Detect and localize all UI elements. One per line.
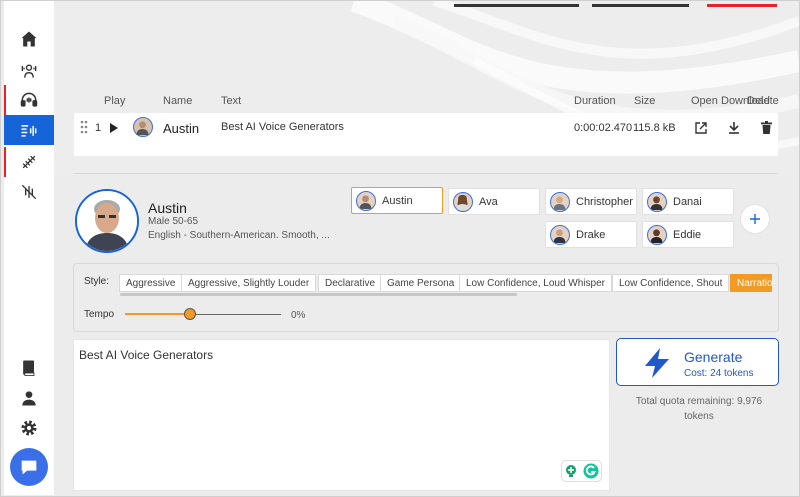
col-header-name: Name xyxy=(163,95,193,107)
col-header-play: Play xyxy=(104,95,126,107)
style-panel: Style: Aggressive Aggressive, Slightly L… xyxy=(73,263,779,332)
voice-chip-label: Ava xyxy=(479,195,498,208)
soundwave-icon[interactable] xyxy=(4,115,54,145)
voice-group-icon[interactable] xyxy=(4,56,54,86)
plus-icon xyxy=(750,214,760,224)
top-divider xyxy=(707,4,777,7)
style-label: Style: xyxy=(84,276,110,287)
style-option[interactable]: Aggressive xyxy=(119,274,183,292)
voice-name: Austin xyxy=(148,200,187,216)
tempo-slider-thumb[interactable] xyxy=(184,308,196,320)
sidebar xyxy=(4,1,54,495)
voice-chip-label: Danai xyxy=(673,195,702,208)
avatar xyxy=(647,224,667,245)
style-option[interactable]: Game Persona xyxy=(380,274,462,292)
col-header-duration: Duration xyxy=(574,95,616,107)
table-row[interactable]: 1 Austin Best AI Voice Generators 0:00:0… xyxy=(74,113,778,156)
style-option[interactable]: Aggressive, Slightly Louder xyxy=(181,274,317,292)
voice-chip-eddie[interactable]: Eddie xyxy=(642,221,734,248)
voice-chip-label: Christopher xyxy=(576,195,633,208)
voice-description: English - Southern-American. Smooth, ... xyxy=(148,230,330,241)
style-option[interactable]: Declarative xyxy=(318,274,383,292)
style-scrollbar[interactable] xyxy=(120,293,517,296)
row-duration: 0:00:02.470 xyxy=(574,122,633,134)
avatar xyxy=(133,117,153,137)
voice-chip-label: Austin xyxy=(382,194,413,207)
generate-button[interactable]: Generate Cost: 24 tokens xyxy=(616,338,779,386)
tempo-value: 0% xyxy=(291,310,306,321)
book-icon[interactable] xyxy=(4,353,54,383)
drag-handle-icon[interactable] xyxy=(80,120,88,134)
row-text: Best AI Voice Generators xyxy=(221,121,344,133)
section-divider xyxy=(74,173,778,174)
voice-changer-icon[interactable] xyxy=(4,177,54,207)
avatar xyxy=(453,191,473,212)
voice-chip-ava[interactable]: Ava xyxy=(448,188,540,215)
avatar xyxy=(550,224,570,245)
text-editor[interactable]: Best AI Voice Generators xyxy=(73,339,610,491)
avatar xyxy=(550,191,570,212)
play-icon[interactable] xyxy=(109,122,119,134)
gear-icon[interactable] xyxy=(4,413,54,443)
top-divider xyxy=(592,4,689,7)
row-index: 1 xyxy=(95,122,102,134)
voice-chip-drake[interactable]: Drake xyxy=(545,221,637,248)
main-panel: Play Name Text Duration Size Open Downlo… xyxy=(54,1,799,495)
editor-text: Best AI Voice Generators xyxy=(79,348,214,362)
lightning-icon xyxy=(645,348,669,378)
add-voice-button[interactable] xyxy=(740,204,770,234)
chat-icon[interactable] xyxy=(10,448,48,486)
voice-chip-austin[interactable]: Austin xyxy=(351,187,443,214)
voice-chip-danai[interactable]: Danai xyxy=(642,188,734,215)
avatar xyxy=(356,190,376,211)
row-name: Austin xyxy=(163,121,200,136)
lightbulb-plus-icon[interactable] xyxy=(564,464,578,478)
col-header-text: Text xyxy=(221,95,242,107)
quota-text: Total quota remaining: 9,976 tokens xyxy=(635,396,763,422)
generate-cost: Cost: 24 tokens xyxy=(684,368,754,379)
tempo-label: Tempo xyxy=(84,309,115,320)
style-option-active[interactable]: Narratio xyxy=(730,274,772,292)
style-option-clip: Narratio xyxy=(730,274,772,292)
voice-chip-label: Drake xyxy=(576,228,606,241)
col-header-delete: Delete xyxy=(747,95,779,107)
home-icon[interactable] xyxy=(4,24,54,54)
user-icon[interactable] xyxy=(4,383,54,413)
avatar xyxy=(647,191,667,212)
headset-icon[interactable] xyxy=(4,85,54,115)
col-header-open: Open xyxy=(691,95,718,107)
grammarly-icon[interactable] xyxy=(583,463,599,479)
voice-chip-label: Eddie xyxy=(673,228,702,241)
open-external-icon[interactable] xyxy=(695,122,707,134)
generate-label: Generate xyxy=(684,349,743,365)
dna-icon[interactable] xyxy=(4,147,54,177)
tempo-slider-fill xyxy=(125,313,189,315)
style-option[interactable]: Low Confidence, Shout xyxy=(612,274,730,292)
voice-avatar xyxy=(75,189,139,253)
app-window: Play Name Text Duration Size Open Downlo… xyxy=(0,0,800,497)
top-divider xyxy=(454,4,579,7)
grammarly-widget[interactable] xyxy=(561,460,602,482)
download-icon[interactable] xyxy=(728,121,740,134)
row-size: 115.8 kB xyxy=(633,122,676,134)
voice-chip-christopher[interactable]: Christopher xyxy=(545,188,637,215)
style-option[interactable]: Low Confidence, Loud Whisper xyxy=(459,274,612,292)
col-header-size: Size xyxy=(634,95,656,107)
delete-icon[interactable] xyxy=(761,121,772,134)
voice-meta: Male 50-65 xyxy=(148,216,199,227)
